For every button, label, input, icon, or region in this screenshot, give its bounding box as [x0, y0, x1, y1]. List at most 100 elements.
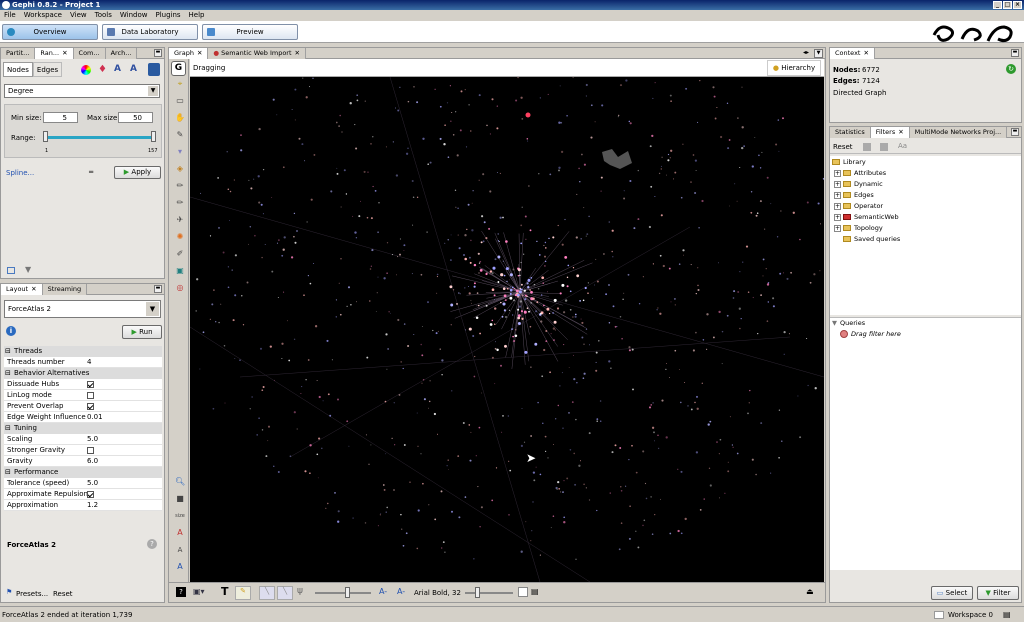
- graph-node[interactable]: [697, 267, 699, 269]
- graph-node[interactable]: [654, 513, 656, 516]
- graph-node[interactable]: [814, 387, 817, 390]
- graph-node[interactable]: [356, 99, 359, 102]
- graph-node[interactable]: [509, 469, 512, 472]
- graph-node[interactable]: [439, 348, 441, 350]
- ranking-attribute-dropdown[interactable]: Degree ▼: [4, 84, 160, 98]
- graph-node[interactable]: [617, 116, 619, 118]
- graph-node[interactable]: [674, 349, 677, 352]
- graph-node[interactable]: [670, 301, 672, 303]
- graph-node[interactable]: [298, 137, 301, 140]
- graph-node[interactable]: [282, 166, 285, 169]
- graph-node[interactable]: [437, 433, 438, 435]
- graph-node[interactable]: [598, 340, 600, 342]
- graph-node[interactable]: [820, 223, 821, 225]
- close-tab-icon[interactable]: ✕: [62, 49, 67, 57]
- graph-node[interactable]: [728, 139, 731, 141]
- graph-node[interactable]: [336, 398, 340, 401]
- graph-node[interactable]: [660, 165, 662, 167]
- graph-node[interactable]: [475, 455, 477, 457]
- graph-node[interactable]: [520, 444, 524, 448]
- graph-node[interactable]: [652, 263, 654, 265]
- graph-node[interactable]: [809, 281, 812, 284]
- graph-node[interactable]: [441, 374, 443, 376]
- graph-node[interactable]: [515, 99, 518, 102]
- graph-node[interactable]: [541, 375, 544, 378]
- graph-node[interactable]: [502, 302, 506, 306]
- graph-node[interactable]: [747, 291, 750, 293]
- graph-node[interactable]: [464, 287, 466, 289]
- graph-node[interactable]: [421, 326, 423, 328]
- graph-node[interactable]: [550, 527, 552, 529]
- graph-node[interactable]: [386, 506, 388, 509]
- graph-node[interactable]: [246, 281, 249, 284]
- graph-node[interactable]: [274, 379, 275, 381]
- camera-icon[interactable]: ▣▾: [193, 587, 205, 596]
- graph-node[interactable]: [748, 402, 750, 404]
- graph-node[interactable]: [545, 340, 548, 342]
- graph-node[interactable]: [352, 517, 354, 519]
- graph-node[interactable]: [521, 206, 523, 208]
- graph-node[interactable]: [524, 350, 528, 354]
- graph-node[interactable]: [322, 400, 324, 402]
- graph-node[interactable]: [716, 107, 718, 108]
- graph-node[interactable]: [766, 320, 769, 322]
- graph-node[interactable]: [596, 509, 598, 512]
- graph-node[interactable]: [465, 329, 466, 331]
- graph-node[interactable]: [558, 169, 560, 172]
- graph-node[interactable]: [687, 405, 689, 407]
- graph-node[interactable]: [765, 268, 767, 270]
- graph-node[interactable]: [566, 285, 569, 288]
- graph-node[interactable]: [396, 274, 397, 276]
- graph-node[interactable]: [494, 298, 496, 300]
- graph-node[interactable]: [739, 327, 741, 330]
- graph-node[interactable]: [407, 100, 410, 103]
- graph-node[interactable]: [370, 265, 372, 267]
- menu-plugins[interactable]: Plugins: [151, 10, 184, 21]
- graph-node[interactable]: [403, 249, 405, 251]
- graph-node[interactable]: [481, 215, 484, 218]
- graph-node[interactable]: [526, 282, 529, 285]
- graph-node[interactable]: [638, 302, 641, 305]
- graph-node[interactable]: [257, 175, 260, 178]
- graph-node[interactable]: [642, 450, 645, 453]
- graph-node[interactable]: [382, 484, 385, 486]
- graph-node[interactable]: [817, 202, 820, 205]
- tab-partition[interactable]: Partit...: [1, 48, 36, 59]
- graph-node[interactable]: [335, 121, 338, 124]
- graph-node[interactable]: [234, 357, 236, 359]
- graph-node[interactable]: [564, 218, 566, 221]
- help-icon[interactable]: ?: [147, 539, 157, 549]
- graph-node[interactable]: [464, 496, 467, 498]
- graph-node[interactable]: [269, 345, 272, 348]
- graph-canvas[interactable]: Dragging ● Hierarchy ➤: [190, 59, 824, 582]
- ranking-table-icon[interactable]: [148, 63, 160, 76]
- graph-node[interactable]: [439, 105, 442, 108]
- attributes-icon[interactable]: ▤: [531, 587, 539, 596]
- graph-node[interactable]: [359, 200, 361, 202]
- expand-icon[interactable]: +: [834, 180, 841, 188]
- graph-node[interactable]: [480, 241, 483, 244]
- graph-node[interactable]: [240, 134, 242, 136]
- rectangle-select-icon[interactable]: ▭: [175, 96, 185, 106]
- graph-node[interactable]: [336, 167, 338, 169]
- graph-node[interactable]: [539, 554, 541, 556]
- menu-help[interactable]: Help: [185, 10, 209, 21]
- graph-node[interactable]: [521, 294, 523, 296]
- graph-node[interactable]: [253, 178, 255, 180]
- graph-node[interactable]: [659, 498, 662, 500]
- graph-node[interactable]: [469, 261, 472, 264]
- graph-node[interactable]: [529, 289, 531, 291]
- graph-node[interactable]: [515, 288, 517, 291]
- maximize-icon[interactable]: □: [1003, 1, 1012, 9]
- graph-node[interactable]: [520, 261, 522, 264]
- graph-node[interactable]: [286, 320, 288, 322]
- graph-node[interactable]: [738, 307, 741, 310]
- graph-node[interactable]: [596, 418, 599, 420]
- graph-node[interactable]: [541, 294, 543, 296]
- graph-node[interactable]: [399, 253, 401, 256]
- graph-node[interactable]: [822, 177, 824, 180]
- graph-node[interactable]: [491, 98, 494, 101]
- graph-node[interactable]: [302, 77, 304, 79]
- highlighted-node[interactable]: [525, 112, 531, 118]
- run-button[interactable]: ▶ Run: [122, 325, 162, 339]
